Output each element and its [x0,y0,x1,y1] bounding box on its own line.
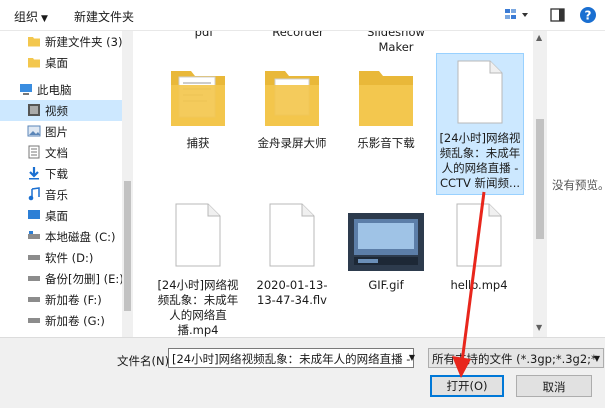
file-icon [457,60,503,124]
chevron-down-icon: ▼ [41,14,48,24]
music-icon [28,187,40,201]
file-list-scrollbar-thumb[interactable] [536,119,544,239]
drive-icon [28,231,40,239]
download-icon [29,167,39,180]
nav-item-drive-c[interactable]: 本地磁盘 (C:) [0,226,122,247]
nav-item-this-pc[interactable]: 此电脑 [0,79,122,100]
file-item-hello-mp4[interactable]: hello.mp4 [436,201,522,337]
view-grid-icon [505,9,528,19]
nav-item-videos[interactable]: 视频 [0,100,122,121]
file-icon [456,203,502,267]
preview-pane-icon [550,8,565,22]
file-icon [269,203,315,267]
open-button[interactable]: 打开(O) [430,375,504,397]
file-item-selected-video[interactable]: [24小时]网络视频乱象：未成年人的网络直播 - CCTV 新闻频... [436,53,524,195]
file-item-folder-capture[interactable]: 捕获 [155,56,241,156]
document-icon [28,145,40,159]
file-item-partial[interactable]: Slideshow Maker [351,31,441,55]
preview-pane: 没有预览。 [547,31,605,337]
drive-icon [28,276,40,281]
help-icon: ? [580,7,596,23]
svg-text:?: ? [585,9,592,23]
folder-icon [28,37,40,47]
file-icon [175,203,221,267]
file-item-gif[interactable]: GIF.gif [343,201,429,337]
file-item-flv[interactable]: 2020-01-13-13-47-34.flv [249,201,335,337]
folder-icon [359,71,413,126]
file-list-scrollbar[interactable]: ▲ ▼ [533,31,547,337]
new-folder-button[interactable]: 新建文件夹 [74,8,134,25]
drive-icon [28,255,40,260]
file-item-folder-recorder[interactable]: 金舟录屏大师 [249,56,335,156]
nav-item-desktop[interactable]: 桌面 [0,205,122,226]
nav-item-documents[interactable]: 文档 [0,142,122,163]
file-item-partial[interactable]: pdf [161,31,247,39]
navigation-pane: 新建文件夹 (3) 桌面 此电脑 视频 图片 文档 下载 音乐 桌面 本地磁盘 … [0,31,122,337]
help-button[interactable]: ? [578,5,598,25]
nav-item-drive-d[interactable]: 软件 (D:) [0,247,122,268]
filetype-select[interactable]: 所有支持的文件 (*.3gp;*.3g2;* ▼ [428,348,604,368]
folder-icon [265,71,319,126]
chevron-down-icon: ▼ [593,354,600,363]
preview-pane-button[interactable] [548,5,568,25]
drive-icon [28,318,40,323]
nav-scrollbar[interactable] [122,31,133,337]
filename-dropdown-icon[interactable]: ▼ [405,349,419,367]
file-list: pdf Recorder Slideshow Maker 捕获 金舟录屏大师 乐… [133,31,533,337]
organize-button[interactable]: 组织 ▼ [14,8,48,25]
scroll-up-icon[interactable]: ▲ [536,33,542,42]
desktop-icon [28,210,40,219]
nav-scrollbar-thumb[interactable] [124,181,131,311]
nav-item-drive-g[interactable]: 新加卷 (G:) [0,310,122,331]
filename-input[interactable]: [24小时]网络视频乱象：未成年人的网络直播 - CCTV [168,348,414,368]
filename-label: 文件名(N): [117,354,173,368]
cancel-button[interactable]: 取消 [516,375,592,397]
file-item-folder-downloads[interactable]: 乐影音下载 [343,56,429,156]
picture-icon [27,125,41,137]
nav-item-downloads[interactable]: 下载 [0,163,122,184]
bottom-bar: 文件名(N): [24小时]网络视频乱象：未成年人的网络直播 - CCTV ▼ … [0,337,605,408]
nav-item-drive-e[interactable]: 备份[勿删] (E:) [0,268,122,289]
image-thumbnail-icon [348,213,424,271]
view-options-button[interactable] [503,5,533,25]
no-preview-message: 没有预览。 [552,178,605,192]
nav-item-drive-f[interactable]: 新加卷 (F:) [0,289,122,310]
folder-icon [28,58,40,68]
file-item-video-mp4[interactable]: [24小时]网络视频乱象：未成年人的网络直播.mp4 [155,201,241,337]
scroll-down-icon[interactable]: ▼ [536,323,542,332]
toolbar: 组织 ▼ 新建文件夹 ? [0,0,605,30]
folder-icon [171,71,225,126]
computer-icon [20,84,32,95]
nav-item-desktop-folder[interactable]: 桌面 [0,52,122,73]
nav-item-music[interactable]: 音乐 [0,184,122,205]
nav-item-new-folder-3[interactable]: 新建文件夹 (3) [0,31,122,52]
drive-icon [28,297,40,302]
video-icon [28,104,40,116]
nav-item-pictures[interactable]: 图片 [0,121,122,142]
file-item-partial[interactable]: Recorder [255,31,341,39]
